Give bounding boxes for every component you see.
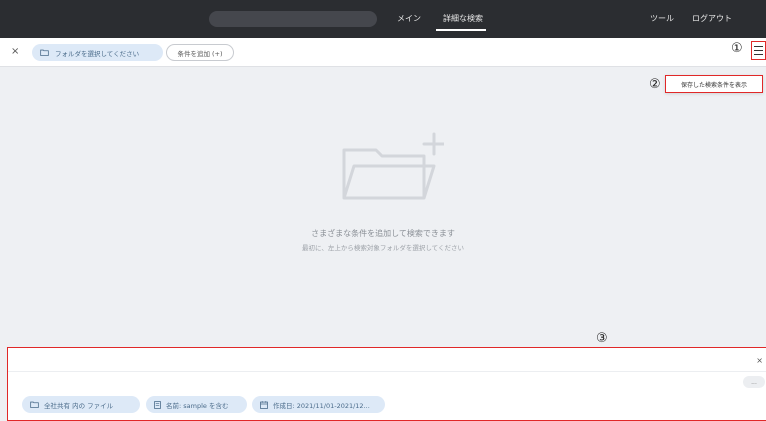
nav-tools-link[interactable]: ツール bbox=[650, 13, 674, 25]
menu-icon-line bbox=[754, 46, 763, 48]
scope-condition-label: 全社共有 内の ファイル bbox=[44, 401, 114, 410]
document-icon bbox=[154, 400, 161, 409]
more-options-button[interactable]: ... bbox=[743, 376, 765, 388]
add-condition-button[interactable]: 条件を追加 (+) bbox=[166, 44, 234, 61]
callout-number-1: ① bbox=[731, 41, 743, 56]
empty-state-hint: 最初に、左上から検索対象フォルダを選択してください bbox=[302, 244, 464, 252]
nav-main-link[interactable]: メイン bbox=[397, 13, 421, 25]
name-condition-chip[interactable]: 名前: sample を含む bbox=[146, 396, 247, 413]
nav-logout-link[interactable]: ログアウト bbox=[692, 13, 732, 25]
menu-icon-line bbox=[754, 49, 763, 52]
callout-number-2: ② bbox=[649, 77, 661, 92]
folder-icon bbox=[30, 401, 39, 408]
saved-search-panel: × ... 全社共有 内の ファイル 名前: sample を含む 作成日: 2… bbox=[7, 347, 766, 421]
panel-divider bbox=[8, 371, 766, 372]
top-nav-bar: メイン 詳細な検索 ツール ログアウト bbox=[0, 0, 766, 38]
date-condition-label: 作成日: 2021/11/01-2021/12... bbox=[273, 401, 370, 410]
select-folder-label: フォルダを選択してください bbox=[55, 49, 140, 58]
search-filter-bar: × フォルダを選択してください 条件を追加 (+) ① bbox=[0, 38, 766, 67]
nav-advanced-search-link[interactable]: 詳細な検索 bbox=[443, 13, 483, 25]
callout-number-3: ③ bbox=[596, 331, 608, 346]
folder-icon bbox=[40, 49, 49, 56]
name-condition-label: 名前: sample を含む bbox=[166, 401, 229, 410]
select-folder-chip[interactable]: フォルダを選択してください bbox=[32, 44, 163, 61]
clear-filters-button[interactable]: × bbox=[11, 46, 19, 58]
scope-condition-chip[interactable]: 全社共有 内の ファイル bbox=[22, 396, 140, 413]
calendar-icon bbox=[260, 400, 268, 409]
date-condition-chip[interactable]: 作成日: 2021/11/01-2021/12... bbox=[252, 396, 385, 413]
empty-state-message: さまざまな条件を追加して検索できます bbox=[311, 229, 455, 238]
menu-icon-line bbox=[754, 53, 763, 55]
add-folder-icon bbox=[342, 132, 444, 200]
active-tab-indicator bbox=[436, 29, 486, 31]
global-search-box[interactable] bbox=[209, 11, 377, 27]
close-panel-button[interactable]: × bbox=[756, 356, 763, 366]
hamburger-menu-button[interactable] bbox=[751, 41, 766, 60]
show-saved-searches-menu-item[interactable]: 保存した検索条件を表示 bbox=[665, 75, 763, 93]
